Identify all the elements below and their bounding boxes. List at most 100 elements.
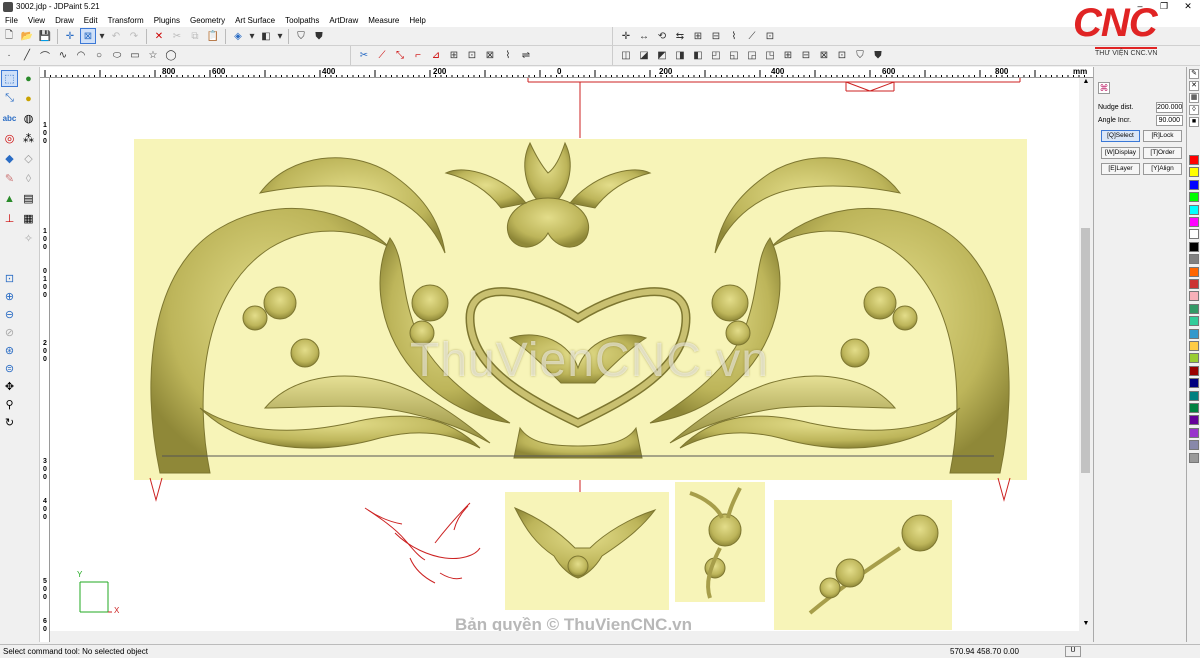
extend-icon[interactable]: ⟋ bbox=[374, 48, 390, 64]
light-icon[interactable]: ● bbox=[20, 90, 37, 107]
ellipse-icon[interactable]: ⬭ bbox=[109, 48, 125, 64]
color-swatch[interactable] bbox=[1189, 353, 1199, 364]
star-icon[interactable]: ☆ bbox=[145, 48, 161, 64]
rotate-icon[interactable]: ⟲ bbox=[654, 28, 670, 44]
circle-outline-icon[interactable]: ◯ bbox=[163, 48, 179, 64]
color-swatch[interactable] bbox=[1189, 415, 1199, 426]
color-small-icon[interactable]: ■ bbox=[1189, 117, 1199, 127]
align-icon[interactable]: ⊟ bbox=[708, 28, 724, 44]
surface-tool-1-icon[interactable]: ◫ bbox=[618, 48, 634, 64]
zoom-out-icon[interactable]: ⊖ bbox=[1, 306, 18, 323]
color-swatch[interactable] bbox=[1189, 279, 1199, 289]
angle-increment-field[interactable]: 90.000 bbox=[1156, 115, 1183, 126]
page-icon[interactable]: ▤ bbox=[20, 190, 37, 207]
open-file-icon[interactable]: 📂 bbox=[19, 28, 35, 44]
color-swatch[interactable] bbox=[1189, 291, 1199, 302]
color-swatch[interactable] bbox=[1189, 254, 1199, 265]
surface-tool-12-icon[interactable]: ⊠ bbox=[816, 48, 832, 64]
grid-icon[interactable]: ▦ bbox=[20, 210, 37, 227]
paste-icon[interactable]: 📋 bbox=[205, 28, 221, 44]
grid-small-icon[interactable]: ▦ bbox=[1189, 93, 1199, 103]
surface-tool-7-icon[interactable]: ◱ bbox=[726, 48, 742, 64]
select-tool-icon[interactable]: ⬚ bbox=[1, 70, 18, 87]
copy-icon[interactable]: ⧉ bbox=[187, 28, 203, 44]
chamfer-icon[interactable]: ⊿ bbox=[428, 48, 444, 64]
surface-tool-4-icon[interactable]: ◨ bbox=[672, 48, 688, 64]
crosshair-icon[interactable]: ✛ bbox=[62, 28, 78, 44]
fill-tool-icon[interactable]: ◆ bbox=[1, 150, 18, 167]
color-swatch[interactable] bbox=[1189, 390, 1199, 401]
rectangle-icon[interactable]: ▭ bbox=[127, 48, 143, 64]
lock-button[interactable]: [R]Lock bbox=[1143, 130, 1182, 142]
color-swatch[interactable] bbox=[1189, 229, 1199, 240]
join-icon[interactable]: ⊠ bbox=[482, 48, 498, 64]
order-button[interactable]: [T]Order bbox=[1143, 147, 1182, 159]
zoom-all-icon[interactable]: ⊛ bbox=[1, 342, 18, 359]
offset-icon[interactable]: ⊞ bbox=[446, 48, 462, 64]
node-tool-icon[interactable]: ⤡ bbox=[1, 90, 18, 107]
zoom-icon[interactable]: ⚲ bbox=[1, 396, 18, 413]
layer-icon[interactable]: ◇ bbox=[20, 150, 37, 167]
fillet-icon[interactable]: ⌐ bbox=[410, 48, 426, 64]
zoom-in-icon[interactable]: ⊕ bbox=[1, 288, 18, 305]
shield-filled-icon[interactable]: ⛊ bbox=[870, 48, 886, 64]
color-swatch[interactable] bbox=[1189, 341, 1199, 351]
color-swatch[interactable] bbox=[1189, 316, 1199, 327]
drawing-canvas[interactable]: X Y ThuVienCNC.vn Bản quyền © ThuVienCNC… bbox=[50, 78, 1079, 631]
surface-tool-10-icon[interactable]: ⊞ bbox=[780, 48, 796, 64]
cut-icon[interactable]: ✂ bbox=[169, 28, 185, 44]
surface-tool-13-icon[interactable]: ⊡ bbox=[834, 48, 850, 64]
display-button[interactable]: [W]Display bbox=[1101, 147, 1140, 159]
layer-button[interactable]: [E]Layer bbox=[1101, 163, 1140, 175]
select-window-icon[interactable]: ⊠ bbox=[80, 28, 96, 44]
line-icon[interactable]: ╱ bbox=[19, 48, 35, 64]
menu-geometry[interactable]: Geometry bbox=[185, 16, 230, 25]
node-edit-icon[interactable]: ⊡ bbox=[464, 48, 480, 64]
shield-filled-icon[interactable]: ⛊ bbox=[311, 28, 327, 44]
surface-tool-9-icon[interactable]: ◳ bbox=[762, 48, 778, 64]
color-swatch[interactable] bbox=[1189, 204, 1199, 215]
zoom-prev-icon[interactable]: ⊘ bbox=[1, 324, 18, 341]
align-button[interactable]: [Y]Align bbox=[1143, 163, 1182, 175]
menu-draw[interactable]: Draw bbox=[50, 16, 79, 25]
menu-art-surface[interactable]: Art Surface bbox=[230, 16, 280, 25]
warp-icon[interactable]: ⌇ bbox=[726, 28, 742, 44]
menu-view[interactable]: View bbox=[23, 16, 50, 25]
menu-toolpaths[interactable]: Toolpaths bbox=[280, 16, 324, 25]
undo-icon[interactable]: ↶ bbox=[108, 28, 124, 44]
color-swatch[interactable] bbox=[1189, 303, 1199, 314]
surface-tool-5-icon[interactable]: ◧ bbox=[690, 48, 706, 64]
contour-tool-icon[interactable]: ◎ bbox=[1, 130, 18, 147]
color-swatch[interactable] bbox=[1189, 440, 1199, 451]
zoom-selected-icon[interactable]: ⊜ bbox=[1, 360, 18, 377]
color-swatch[interactable] bbox=[1189, 403, 1199, 413]
surface-tool-8-icon[interactable]: ◲ bbox=[744, 48, 760, 64]
relief-tool-icon[interactable]: ▲ bbox=[1, 190, 18, 207]
paint-tool-icon[interactable]: ✎ bbox=[1, 170, 18, 187]
text-tool-icon[interactable]: abc bbox=[1, 110, 18, 127]
eraser-icon[interactable]: ◊ bbox=[20, 170, 37, 187]
zoom-window-icon[interactable]: ⊡ bbox=[1, 270, 18, 287]
shield-icon[interactable]: ⛉ bbox=[293, 28, 309, 44]
panel-tab-icon[interactable]: ⌘ bbox=[1098, 82, 1110, 94]
redo-icon[interactable]: ↷ bbox=[126, 28, 142, 44]
menu-transform[interactable]: Transform bbox=[103, 16, 149, 25]
color-swatch[interactable] bbox=[1189, 452, 1199, 463]
scale-horizontal-icon[interactable]: ↔ bbox=[636, 28, 652, 44]
skew-icon[interactable]: ⟋ bbox=[744, 28, 760, 44]
color-swatch[interactable] bbox=[1189, 378, 1199, 389]
menu-measure[interactable]: Measure bbox=[363, 16, 404, 25]
trim-icon[interactable]: ✂ bbox=[356, 48, 372, 64]
horizontal-ruler[interactable]: 800 600 400 200 0 200 400 600 800 mm bbox=[40, 67, 1093, 78]
save-icon[interactable]: 💾 bbox=[37, 28, 53, 44]
color-swatch[interactable] bbox=[1189, 155, 1199, 165]
move-icon[interactable]: ✛ bbox=[618, 28, 634, 44]
menu-file[interactable]: File bbox=[0, 16, 23, 25]
color-swatch[interactable] bbox=[1189, 192, 1199, 203]
delete-icon[interactable]: ✕ bbox=[151, 28, 167, 44]
array-icon[interactable]: ⊞ bbox=[690, 28, 706, 44]
scroll-up-arrow-icon[interactable]: ▲ bbox=[1079, 78, 1093, 89]
vertical-scroll-thumb[interactable] bbox=[1081, 228, 1090, 473]
select-button[interactable]: [Q]Select bbox=[1101, 130, 1140, 142]
break-icon[interactable]: ⤡ bbox=[392, 48, 408, 64]
